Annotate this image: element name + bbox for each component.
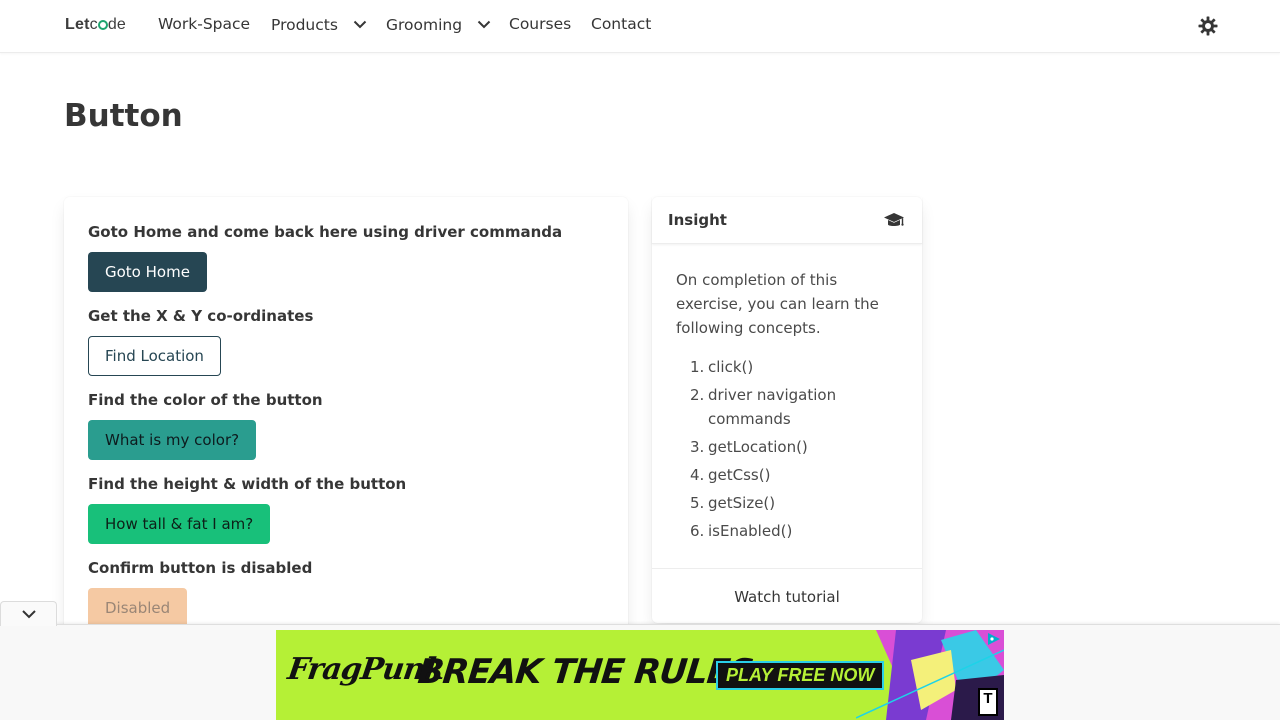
button-color-label: Find the color of the button — [88, 391, 323, 409]
concept-item: 4. getCss() — [676, 463, 906, 487]
concept-item: 3. getLocation() — [676, 435, 906, 459]
find-location-label: Get the X & Y co-ordinates — [88, 307, 314, 325]
chevron-down-icon — [477, 15, 491, 33]
page-title: Button — [64, 98, 183, 134]
nav-item-workspace[interactable]: Work-Space — [158, 15, 250, 33]
concept-number: 4. — [690, 466, 705, 484]
insight-description: On completion of this exercise, you can … — [676, 271, 879, 337]
concept-text: click() — [708, 358, 754, 376]
esrb-rating-badge: T — [978, 688, 998, 716]
concept-text: getLocation() — [708, 438, 808, 456]
ad-collapse-toggle[interactable] — [0, 601, 57, 626]
insight-card: Insight On completion of this exercise, … — [652, 197, 922, 623]
find-location-button[interactable]: Find Location — [88, 336, 221, 376]
insight-footer: Watch tutorial — [652, 568, 922, 623]
logo[interactable]: Letc de — [65, 16, 126, 34]
nav-item-label: Work-Space — [158, 15, 251, 33]
concept-text: isEnabled() — [708, 522, 793, 540]
button-size-label: Find the height & width of the button — [88, 475, 407, 493]
chevron-down-icon — [22, 610, 36, 619]
navbar: Letc de Work-Space Products Grooming Cour… — [0, 0, 1280, 53]
what-is-my-color-button[interactable]: What is my color? — [88, 420, 257, 460]
concept-number: 3. — [690, 438, 705, 456]
exercise-card: Goto Home and come back here using drive… — [64, 197, 628, 637]
goto-home-label: Goto Home and come back here using drive… — [88, 223, 563, 241]
nav-item-label: Courses — [509, 15, 572, 33]
disabled-label: Confirm button is disabled — [88, 559, 313, 577]
ad-headline: BREAK THE RULES — [415, 652, 755, 692]
nav-item-label: Products — [271, 16, 338, 34]
insight-header: Insight — [652, 197, 922, 244]
concept-text: getSize() — [708, 494, 776, 512]
concept-list: 1. click() 2. driver navigation commands 3… — [676, 355, 906, 547]
nav-item-label: Contact — [591, 15, 652, 33]
concept-item: 2. driver navigation commands — [676, 383, 906, 431]
chevron-down-icon — [353, 15, 367, 33]
graduation-cap-icon — [883, 212, 905, 230]
nav-item-products[interactable]: Products — [271, 15, 367, 34]
nav-item-label: Grooming — [386, 16, 463, 34]
insight-title: Insight — [668, 211, 727, 229]
how-tall-fat-button[interactable]: How tall & fat I am? — [88, 504, 271, 544]
concept-number: 2. — [690, 386, 705, 404]
concept-number: 1. — [690, 358, 705, 376]
disabled-button: Disabled — [88, 588, 188, 628]
logo-o-icon — [97, 20, 108, 30]
nav-item-contact[interactable]: Contact — [591, 15, 651, 33]
concept-text: driver navigation commands — [708, 386, 837, 428]
nav-item-courses[interactable]: Courses — [509, 15, 571, 33]
watch-tutorial-link[interactable]: Watch tutorial — [652, 588, 922, 606]
theme-toggle-icon[interactable] — [1198, 16, 1218, 36]
logo-part2-after: de — [107, 16, 127, 33]
logo-part1: Let — [65, 16, 90, 33]
concept-number: 6. — [690, 522, 705, 540]
logo-part2-before: c — [89, 16, 98, 33]
goto-home-button[interactable]: Goto Home — [88, 252, 207, 292]
ad-choices-icon[interactable] — [986, 631, 1002, 645]
concept-text: getCss() — [708, 466, 771, 484]
concept-item: 1. click() — [676, 355, 906, 379]
nav-item-grooming[interactable]: Grooming — [386, 15, 491, 34]
concept-number: 5. — [690, 494, 705, 512]
concept-item: 6. isEnabled() — [676, 519, 906, 543]
concept-item: 5. getSize() — [676, 491, 906, 515]
ad-banner[interactable]: FragPunk BREAK THE RULES PLAY FREE NOW T — [276, 630, 1004, 720]
